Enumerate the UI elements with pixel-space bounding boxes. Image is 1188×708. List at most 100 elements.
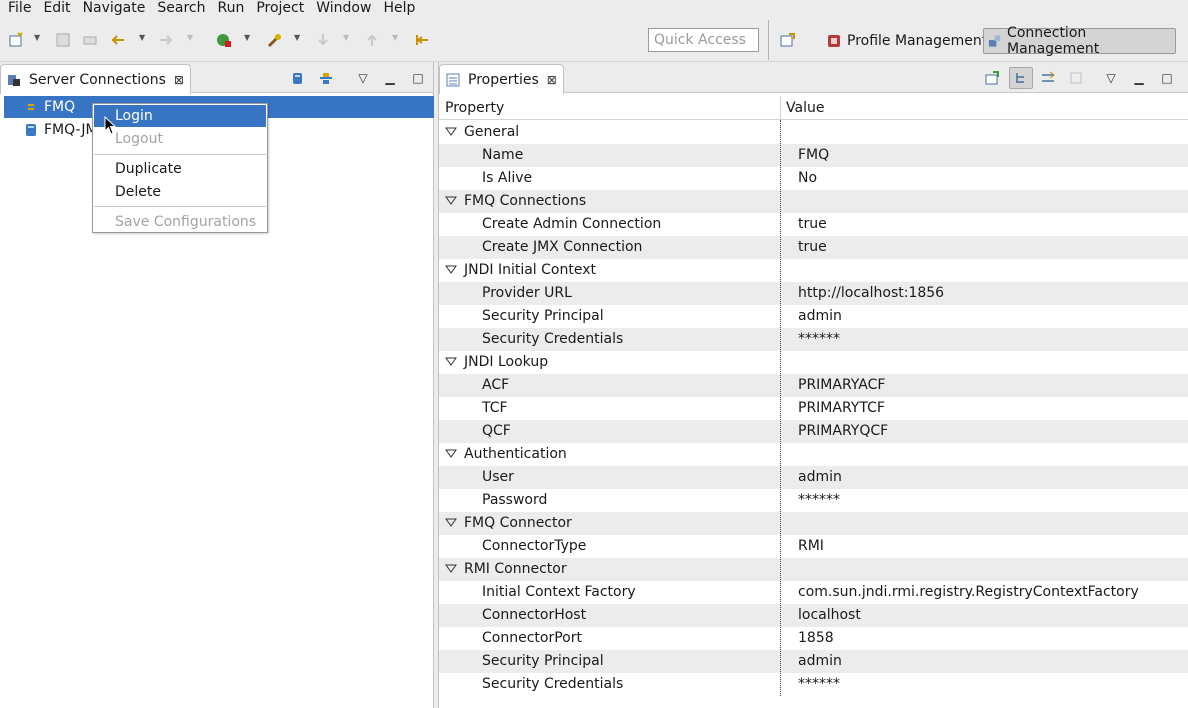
property-row[interactable]: Create JMX Connection true — [439, 236, 1188, 259]
back-icon[interactable] — [110, 32, 126, 48]
property-row[interactable]: ACF PRIMARYACF — [439, 374, 1188, 397]
show-categories-icon[interactable] — [1009, 67, 1033, 89]
menu-file[interactable]: File — [0, 0, 35, 18]
close-icon[interactable]: ⊠ — [174, 73, 184, 87]
property-value[interactable]: http://localhost:1856 — [798, 282, 944, 305]
property-value[interactable]: PRIMARYTCF — [798, 397, 885, 420]
menu-help[interactable]: Help — [375, 0, 419, 18]
save-icon[interactable] — [55, 32, 71, 48]
next-annotation-dropdown-icon[interactable]: ▼ — [343, 33, 349, 42]
property-category-row[interactable]: General — [439, 121, 1188, 144]
property-category-row[interactable]: RMI Connector — [439, 558, 1188, 581]
property-row[interactable]: TCF PRIMARYTCF — [439, 397, 1188, 420]
tools-dropdown-icon[interactable]: ▼ — [294, 33, 300, 42]
property-row[interactable]: Provider URL http://localhost:1856 — [439, 282, 1188, 305]
run-dropdown-icon[interactable]: ▼ — [244, 33, 250, 42]
menu-item-save-configurations[interactable]: Save Configurations — [94, 211, 266, 233]
tab-server-connections[interactable]: Server Connections ⊠ — [0, 64, 191, 94]
property-value[interactable]: ****** — [798, 328, 840, 351]
minimize-icon[interactable]: ▁ — [382, 70, 398, 86]
property-value[interactable]: PRIMARYACF — [798, 374, 885, 397]
menu-navigate[interactable]: Navigate — [75, 0, 150, 18]
collapse-triangle-icon[interactable] — [445, 194, 457, 206]
property-row[interactable]: ConnectorPort 1858 — [439, 627, 1188, 650]
collapse-triangle-icon[interactable] — [445, 562, 457, 574]
property-row[interactable]: Security Principal admin — [439, 650, 1188, 673]
collapse-triangle-icon[interactable] — [445, 125, 457, 137]
property-row[interactable]: Password ****** — [439, 489, 1188, 512]
new-dropdown-icon[interactable]: ▼ — [34, 33, 40, 42]
property-value[interactable]: No — [798, 167, 817, 190]
new-icon[interactable] — [8, 32, 24, 48]
menu-item-logout[interactable]: Logout — [94, 128, 266, 150]
add-server-icon[interactable] — [290, 70, 306, 86]
tools-icon[interactable] — [267, 32, 283, 48]
property-value[interactable]: com.sun.jndi.rmi.registry.RegistryContex… — [798, 581, 1139, 604]
maximize-icon[interactable]: □ — [1159, 70, 1175, 86]
menu-edit[interactable]: Edit — [35, 0, 74, 18]
property-row[interactable]: Security Credentials ****** — [439, 673, 1188, 696]
back-dropdown-icon[interactable]: ▼ — [139, 33, 145, 42]
property-row[interactable]: Security Credentials ****** — [439, 328, 1188, 351]
property-value[interactable]: true — [798, 213, 827, 236]
collapse-triangle-icon[interactable] — [445, 263, 457, 275]
menu-project[interactable]: Project — [248, 0, 308, 18]
property-value[interactable]: 1858 — [798, 627, 834, 650]
minimize-icon[interactable]: ▁ — [1131, 70, 1147, 86]
view-menu-icon[interactable]: ▽ — [355, 70, 371, 86]
property-value[interactable]: ****** — [798, 673, 840, 696]
column-header-property[interactable]: Property — [445, 96, 504, 120]
property-row[interactable]: Create Admin Connection true — [439, 213, 1188, 236]
column-divider[interactable] — [780, 96, 781, 120]
property-row[interactable]: Name FMQ — [439, 144, 1188, 167]
property-value[interactable]: RMI — [798, 535, 824, 558]
menu-item-duplicate[interactable]: Duplicate — [94, 158, 266, 180]
view-menu-icon[interactable]: ▽ — [1103, 70, 1119, 86]
property-category-row[interactable]: FMQ Connector — [439, 512, 1188, 535]
forward-icon[interactable] — [158, 32, 174, 48]
property-row[interactable]: QCF PRIMARYQCF — [439, 420, 1188, 443]
last-edit-icon[interactable] — [414, 32, 430, 48]
prev-annotation-dropdown-icon[interactable]: ▼ — [392, 33, 398, 42]
tab-properties[interactable]: Properties ⊠ — [439, 64, 564, 94]
property-category-row[interactable]: JNDI Lookup — [439, 351, 1188, 374]
forward-dropdown-icon[interactable]: ▼ — [187, 33, 193, 42]
property-value[interactable]: localhost — [798, 604, 861, 627]
column-header-value[interactable]: Value — [786, 96, 824, 120]
connect-icon[interactable] — [318, 70, 334, 86]
property-row[interactable]: Is Alive No — [439, 167, 1188, 190]
maximize-icon[interactable]: □ — [410, 70, 426, 86]
collapse-triangle-icon[interactable] — [445, 516, 457, 528]
menu-window[interactable]: Window — [308, 0, 375, 18]
property-row[interactable]: ConnectorHost localhost — [439, 604, 1188, 627]
menu-item-delete[interactable]: Delete — [94, 181, 266, 203]
run-server-icon[interactable] — [216, 32, 232, 48]
menu-search[interactable]: Search — [149, 0, 209, 18]
property-category-row[interactable]: Authentication — [439, 443, 1188, 466]
quick-access-input[interactable]: Quick Access — [648, 28, 759, 52]
collapse-triangle-icon[interactable] — [445, 447, 457, 459]
menu-run[interactable]: Run — [209, 0, 248, 18]
perspective-connection-management[interactable]: Connection Management — [983, 25, 1176, 57]
print-icon[interactable] — [82, 32, 98, 48]
prev-annotation-icon[interactable] — [364, 32, 380, 48]
property-category-row[interactable]: FMQ Connections — [439, 190, 1188, 213]
show-advanced-icon[interactable] — [1040, 70, 1056, 86]
restore-default-icon[interactable] — [1068, 70, 1084, 86]
next-annotation-icon[interactable] — [315, 32, 331, 48]
open-perspective-icon[interactable] — [780, 32, 796, 48]
perspective-profile-management[interactable]: Profile Management — [823, 28, 991, 54]
property-value[interactable]: admin — [798, 466, 842, 489]
property-value[interactable]: admin — [798, 305, 842, 328]
property-value[interactable]: admin — [798, 650, 842, 673]
property-row[interactable]: Security Principal admin — [439, 305, 1188, 328]
property-row[interactable]: User admin — [439, 466, 1188, 489]
collapse-triangle-icon[interactable] — [445, 355, 457, 367]
property-row[interactable]: ConnectorType RMI — [439, 535, 1188, 558]
property-value[interactable]: FMQ — [798, 144, 829, 167]
property-value[interactable]: true — [798, 236, 827, 259]
property-category-row[interactable]: JNDI Initial Context — [439, 259, 1188, 282]
property-row[interactable]: Initial Context Factory com.sun.jndi.rmi.… — [439, 581, 1188, 604]
property-value[interactable]: PRIMARYQCF — [798, 420, 888, 443]
property-value[interactable]: ****** — [798, 489, 840, 512]
